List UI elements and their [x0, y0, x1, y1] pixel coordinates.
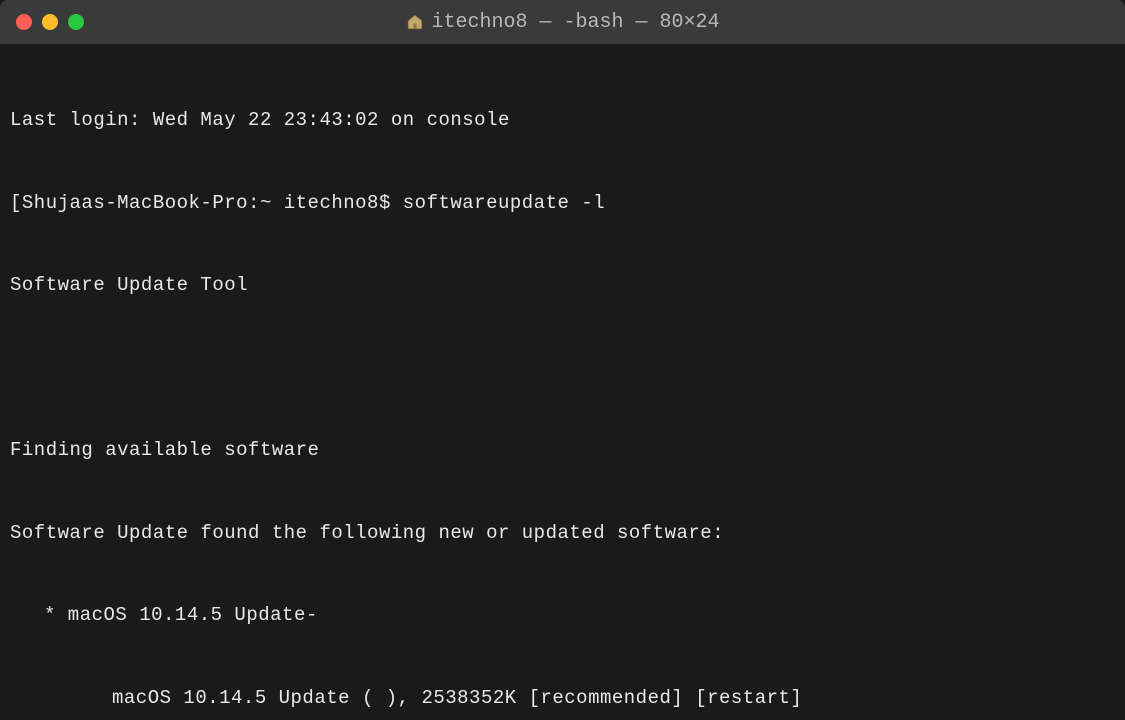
terminal-content[interactable]: Last login: Wed May 22 23:43:02 on conso…	[0, 44, 1125, 720]
maximize-button[interactable]	[68, 14, 84, 30]
prompt-line-1: [Shujaas-MacBook-Pro:~ itechno8$ softwar…	[10, 190, 1115, 218]
prompt-1: Shujaas-MacBook-Pro:~ itechno8$	[22, 192, 403, 214]
command-1: softwareupdate -l	[403, 192, 605, 214]
window-controls	[16, 14, 84, 30]
update-item-1: * macOS 10.14.5 Update-	[10, 602, 1115, 630]
last-login-line: Last login: Wed May 22 23:43:02 on conso…	[10, 107, 1115, 135]
output-line: Software Update found the following new …	[10, 520, 1115, 548]
window-title-area: itechno8 — -bash — 80×24	[405, 11, 719, 34]
terminal-window: itechno8 — -bash — 80×24 Last login: Wed…	[0, 0, 1125, 720]
blank-line	[10, 355, 1115, 383]
output-line: Finding available software	[10, 437, 1115, 465]
minimize-button[interactable]	[42, 14, 58, 30]
output-line: Software Update Tool	[10, 272, 1115, 300]
home-icon	[405, 13, 423, 31]
titlebar[interactable]: itechno8 — -bash — 80×24	[0, 0, 1125, 44]
update-item-1-detail: macOS 10.14.5 Update ( ), 2538352K [reco…	[10, 685, 1115, 713]
window-title: itechno8 — -bash — 80×24	[431, 11, 719, 34]
prompt-bracket: [	[10, 192, 22, 214]
close-button[interactable]	[16, 14, 32, 30]
